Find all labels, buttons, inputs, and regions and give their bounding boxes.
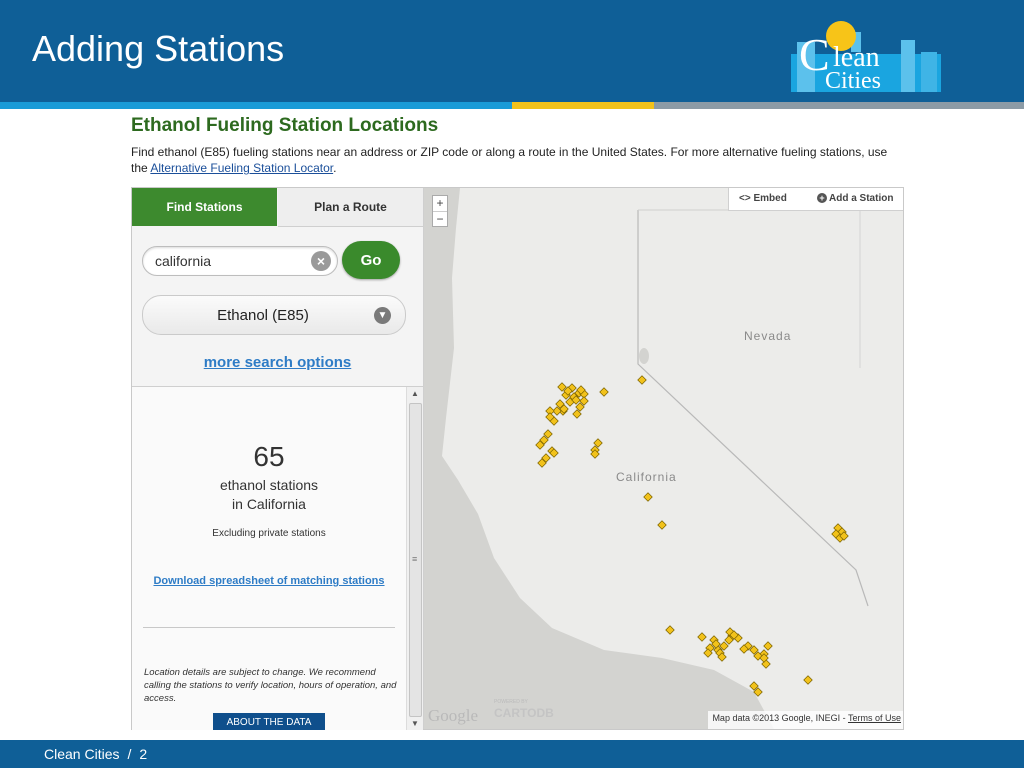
station-marker[interactable] xyxy=(599,387,609,397)
chevron-down-icon: ▼ xyxy=(374,307,391,324)
map-label-nevada: Nevada xyxy=(744,329,792,343)
accent-bar xyxy=(0,102,1024,109)
search-panel: Find Stations Plan a Route california × … xyxy=(132,188,424,730)
search-value: california xyxy=(155,253,212,269)
map-label-california: California xyxy=(616,470,677,484)
powered-by-label: POWERED BY xyxy=(494,699,528,705)
google-logo: Google xyxy=(428,706,479,725)
station-marker[interactable] xyxy=(803,675,813,685)
map-toolbar: <> Embed + Add a Station xyxy=(728,188,903,211)
slide-title: Adding Stations xyxy=(32,28,285,69)
download-spreadsheet-link[interactable]: Download spreadsheet of matching station… xyxy=(132,575,406,587)
station-marker[interactable] xyxy=(763,641,773,651)
about-data-button[interactable]: ABOUT THE DATA xyxy=(213,713,325,730)
embed-button[interactable]: <> Embed xyxy=(739,193,787,204)
slide-footer xyxy=(0,740,1024,768)
station-locator-link[interactable]: Alternative Fueling Station Locator xyxy=(150,161,333,175)
more-search-options-link[interactable]: more search options xyxy=(132,354,423,371)
station-marker[interactable] xyxy=(643,492,653,502)
intro-end: . xyxy=(333,161,337,175)
page-intro: Find ethanol (E85) fueling stations near… xyxy=(131,144,901,176)
tab-plan-route[interactable]: Plan a Route xyxy=(278,188,423,227)
clean-cities-logo: C lean Cities xyxy=(791,21,941,94)
location-search-input[interactable]: california × xyxy=(142,246,338,276)
logo-cities: Cities xyxy=(825,68,881,94)
cartodb-logo: CARTODB xyxy=(494,706,554,720)
add-station-button[interactable]: + Add a Station xyxy=(817,193,893,204)
footer-separator: / xyxy=(127,746,132,762)
ca-nv-border xyxy=(637,210,869,607)
page-number: 2 xyxy=(139,746,148,762)
results-scrollbar[interactable]: ▲ ≡ ▼ xyxy=(406,387,423,730)
map-canvas xyxy=(424,188,903,729)
add-station-label: Add a Station xyxy=(829,193,894,204)
count-label-line1: ethanol stations xyxy=(219,477,319,493)
zoom-in-button[interactable]: + xyxy=(433,196,447,211)
go-button[interactable]: Go xyxy=(342,241,400,279)
station-locator-widget: Find Stations Plan a Route california × … xyxy=(131,187,904,730)
station-marker[interactable] xyxy=(697,632,707,642)
accent-yellow xyxy=(512,102,654,109)
tab-find-stations[interactable]: Find Stations xyxy=(132,188,277,226)
footer-text: Clean Cities / 2 xyxy=(44,746,147,762)
clear-icon[interactable]: × xyxy=(311,251,331,271)
scroll-down-icon[interactable]: ▼ xyxy=(411,719,419,728)
scroll-thumb[interactable]: ≡ xyxy=(409,403,422,717)
fuel-type-value: Ethanol (E85) xyxy=(217,307,309,324)
terms-of-use-link[interactable]: Terms of Use xyxy=(848,713,901,723)
accent-gray xyxy=(654,102,1024,109)
fuel-type-select[interactable]: Ethanol (E85) ▼ xyxy=(142,295,406,335)
lake-tahoe xyxy=(639,348,649,364)
station-marker[interactable] xyxy=(665,625,675,635)
station-marker[interactable] xyxy=(657,520,667,530)
zoom-out-button[interactable]: − xyxy=(433,211,447,227)
page-heading: Ethanol Fueling Station Locations xyxy=(131,115,439,136)
excluding-note: Excluding private stations xyxy=(212,528,326,539)
footer-label: Clean Cities xyxy=(44,746,120,762)
results-pane: 65 ethanol stations in California Exclud… xyxy=(132,386,423,730)
count-label-line2: in California xyxy=(232,496,306,512)
attribution-text: Map data ©2013 Google, INEGI - xyxy=(712,713,848,723)
map-attribution: Map data ©2013 Google, INEGI - Terms of … xyxy=(708,711,903,729)
grip-icon: ≡ xyxy=(412,554,418,564)
plus-circle-icon: + xyxy=(817,193,827,203)
disclaimer-text: Location details are subject to change. … xyxy=(144,667,397,704)
divider xyxy=(143,627,395,628)
accent-blue xyxy=(0,102,512,109)
map[interactable]: + − <> Embed + Add a Station Nevada Calif… xyxy=(424,188,903,729)
scroll-up-icon[interactable]: ▲ xyxy=(411,389,419,398)
station-count: 65 xyxy=(253,441,285,472)
station-marker[interactable] xyxy=(637,375,647,385)
zoom-control: + − xyxy=(432,195,448,227)
